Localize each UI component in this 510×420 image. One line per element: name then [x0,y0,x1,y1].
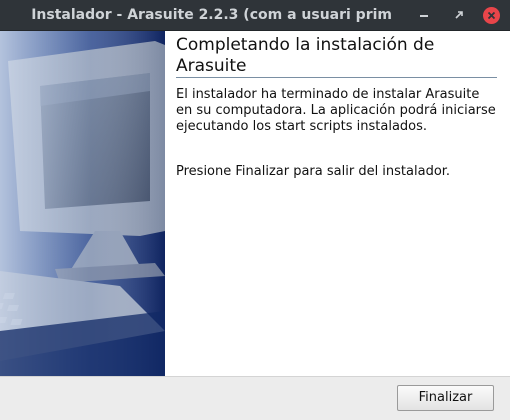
heading-divider [176,77,497,78]
completion-message: El instalador ha terminado de instalar A… [176,87,496,134]
computer-illustration-icon [0,31,165,376]
maximize-icon [455,11,463,19]
installer-window: Instalador - Arasuite 2.2.3 (com a usuar… [0,0,510,420]
close-button[interactable] [481,5,501,25]
page-title: Completando la instalación de Arasuite [176,35,435,76]
maximize-button[interactable] [449,5,469,25]
close-icon [487,11,495,19]
button-bar: Finalizar [0,376,510,420]
finish-button[interactable]: Finalizar [397,385,494,411]
minimize-icon [420,15,428,17]
content-panel: Completando la instalación de Arasuite E… [165,31,510,376]
title-bar[interactable]: Instalador - Arasuite 2.2.3 (com a usuar… [0,0,510,31]
minimize-button[interactable] [414,5,434,25]
installer-banner [0,31,165,376]
exit-instructions: Presione Finalizar para salir del instal… [176,164,451,179]
window-title: Instalador - Arasuite 2.2.3 (com a usuar… [31,7,392,23]
